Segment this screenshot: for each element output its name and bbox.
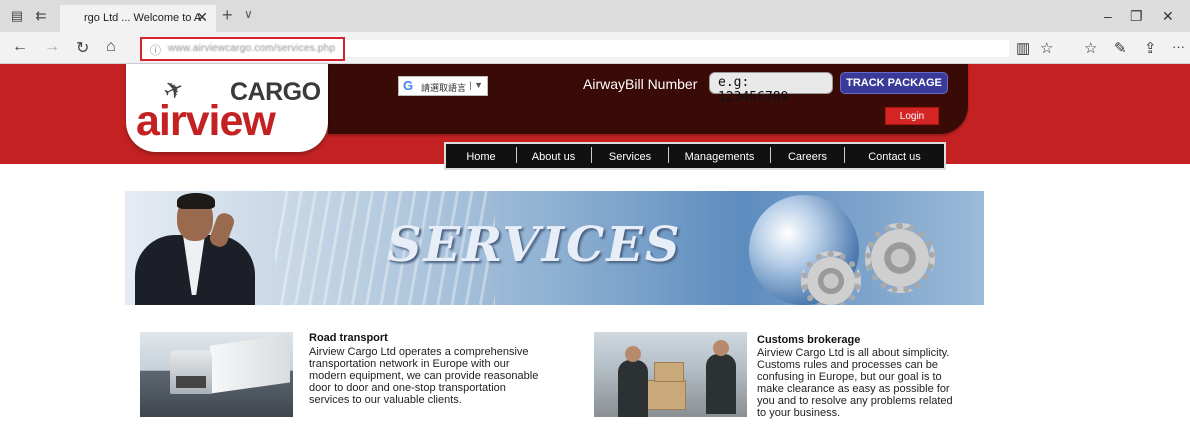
description-line: make clearance as easy as possible for: [757, 383, 950, 395]
customs-brokerage-title: Customs brokerage: [757, 334, 861, 346]
minimize-button[interactable]: –: [1104, 8, 1112, 24]
truck-trailer: [210, 334, 290, 394]
google-icon: G: [403, 78, 414, 93]
back-icon[interactable]: ←: [12, 38, 28, 56]
banner-title: SERVICES: [387, 217, 682, 273]
airwaybill-label: AirwayBill Number: [583, 76, 698, 92]
language-selector-label: 請選取語言: [421, 83, 467, 93]
tab-title: rgo Ltd ... Welcome to A: [84, 12, 202, 24]
forward-icon[interactable]: →: [44, 38, 60, 56]
tab-actions-icon[interactable]: ▤: [8, 7, 26, 25]
site-info-icon[interactable]: ⓘ: [150, 42, 161, 58]
refresh-icon[interactable]: ↻: [76, 38, 89, 58]
gear-icon: [865, 223, 935, 293]
cargo-box: [654, 362, 684, 382]
new-tab-button[interactable]: +: [222, 5, 233, 26]
url-text: www.airviewcargo.com/services.php: [168, 43, 336, 54]
url-field[interactable]: ⓘ www.airviewcargo.com/services.php: [140, 37, 345, 61]
favorites-list-icon[interactable]: ☆: [1084, 39, 1097, 57]
officer-head: [713, 340, 729, 356]
description-line: transportation network in Europe with ou…: [309, 358, 510, 370]
site-logo[interactable]: ✈ CARGO airview: [126, 64, 328, 152]
favorite-star-icon[interactable]: ☆: [1040, 39, 1053, 57]
nav-home[interactable]: Home: [446, 144, 516, 168]
description-line: you and to resolve any problems related: [757, 395, 953, 407]
chevron-down-icon: | ▼: [469, 80, 483, 90]
customs-brokerage-image: [594, 332, 747, 417]
description-line: to your business.: [757, 407, 841, 419]
nav-contact-us[interactable]: Contact us: [845, 144, 944, 168]
description-line: Customs rules and processes can be: [757, 359, 938, 371]
description-line: Airview Cargo Ltd is all about simplicit…: [757, 347, 950, 359]
url-field-extension[interactable]: [345, 40, 1009, 57]
main-nav: Home About us Services Managements Caree…: [444, 142, 946, 170]
description-line: confusing in Europe, but our goal is to: [757, 371, 942, 383]
tab-list-icon[interactable]: ∨: [244, 7, 253, 21]
businessman-hair: [177, 193, 215, 209]
notes-pen-icon[interactable]: ✎: [1114, 39, 1127, 57]
nav-services[interactable]: Services: [592, 144, 668, 168]
set-aside-tabs-icon[interactable]: ⇇: [32, 7, 50, 25]
login-button[interactable]: Login: [885, 107, 939, 125]
officer-figure: [618, 360, 648, 417]
description-line: Airview Cargo Ltd operates a comprehensi…: [309, 346, 529, 358]
truck-grille: [176, 376, 206, 388]
officer-head: [625, 346, 641, 362]
gear-icon: [801, 251, 861, 305]
browser-tab-bar: ▤ ⇇ rgo Ltd ... Welcome to A ✕ + ∨ – ❐ ✕: [0, 0, 1190, 32]
more-icon[interactable]: ···: [1172, 39, 1185, 54]
close-window-button[interactable]: ✕: [1162, 8, 1174, 25]
services-banner: SERVICES: [125, 191, 984, 305]
road-transport-title: Road transport: [309, 332, 388, 344]
airwaybill-input[interactable]: e.g: 123456789: [709, 72, 833, 105]
home-icon[interactable]: ⌂: [106, 38, 116, 56]
road-transport-description: Airview Cargo Ltd operates a comprehensi…: [309, 346, 538, 406]
nav-careers[interactable]: Careers: [771, 144, 844, 168]
logo-airview-text: airview: [136, 97, 276, 145]
browser-address-bar: ← → ↻ ⌂ ⓘ www.airviewcargo.com/services.…: [0, 32, 1190, 64]
description-line: services to our valuable clients.: [309, 394, 462, 406]
track-package-button[interactable]: TRACK PACKAGE: [840, 72, 948, 94]
road-transport-image: [140, 332, 293, 417]
cargo-box: [646, 380, 686, 410]
nav-about-us[interactable]: About us: [517, 144, 590, 168]
language-selector[interactable]: G 請選取語言 | ▼: [398, 76, 488, 96]
restore-button[interactable]: ❐: [1130, 8, 1143, 25]
description-line: door to door and one-stop transportation: [309, 382, 506, 394]
nav-managements[interactable]: Managements: [669, 144, 770, 168]
browser-tab[interactable]: rgo Ltd ... Welcome to A ✕: [60, 5, 216, 32]
reading-view-icon[interactable]: ▥: [1016, 39, 1030, 57]
officer-figure: [706, 354, 736, 414]
close-tab-icon[interactable]: ✕: [196, 9, 208, 26]
customs-brokerage-description: Airview Cargo Ltd is all about simplicit…: [757, 347, 953, 419]
description-line: modern equipment, we can provide reasona…: [309, 370, 539, 382]
share-icon[interactable]: ⇪: [1144, 39, 1157, 57]
